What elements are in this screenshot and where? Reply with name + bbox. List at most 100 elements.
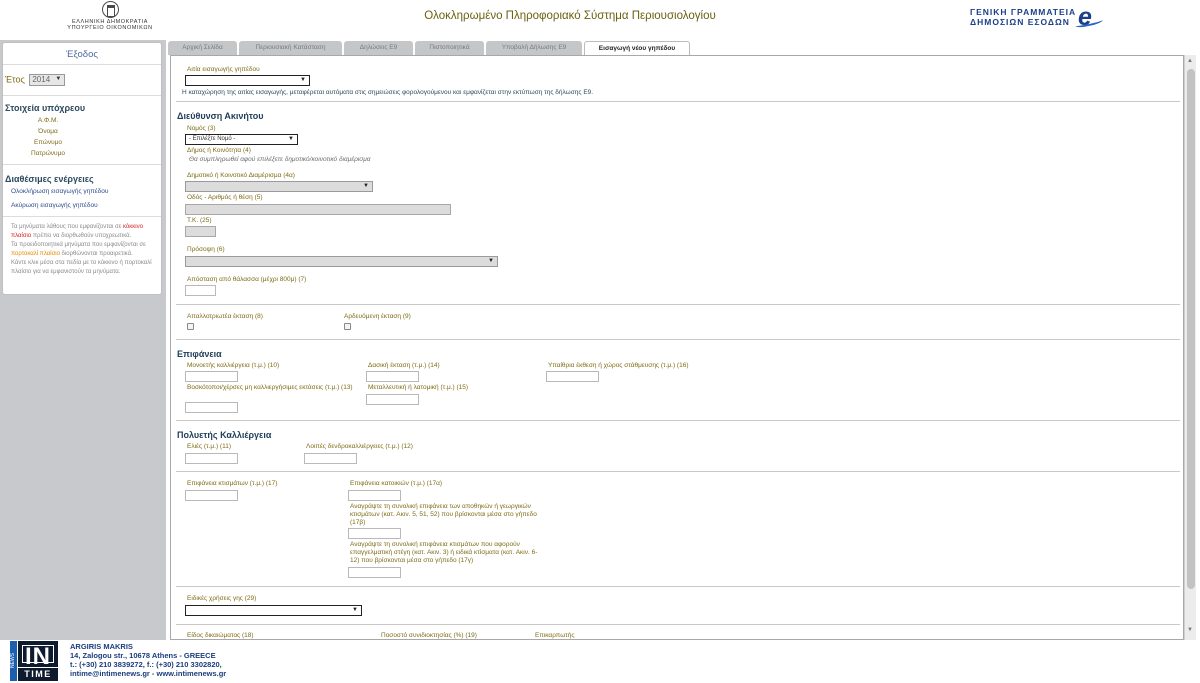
divider [3,95,161,96]
scroll-thumb[interactable] [1187,69,1195,589]
sea-distance-input[interactable] [185,285,216,296]
tab-certificates[interactable]: Πιστοποιητικά [415,41,484,55]
coownership-label: Ποσοστό συνιδιοκτησίας (%) (19) [381,632,477,639]
press-footer: NEWS IN TIME ARGIRIS MAKRIS 14, Zalogou … [0,640,1200,683]
divider [176,471,1180,472]
sea-distance-label: Απόσταση από θάλασσα (μέχρι 800μ) (7) [187,276,307,283]
ministry-logo: ΕΛΛΗΝΙΚΗ ΔΗΜΟΚΡΑΤΙΑ ΥΠΟΥΡΓΕΙΟ ΟΙΚΟΝΟΜΙΚΩ… [40,1,180,31]
logo-sub-text: TIME [18,668,58,681]
chevron-down-icon: ▼ [488,258,494,264]
divider [176,624,1180,625]
perennial-section-title: Πολυετής Καλλιέργεια [177,430,272,440]
sidebar-panel: Έξοδος Έτος 2014 ▼ Στοιχεία υπόχρεου Α.Φ.… [2,42,162,295]
street-label: Οδός - Αριθμός ή θέση (5) [187,194,263,201]
tab-new-plot[interactable]: Εισαγωγή νέου γηπέδου [584,41,690,55]
expropriated-label: Απαλλοτριωτέα έκταση (8) [187,313,263,320]
app-header: ΕΛΛΗΝΙΚΗ ΔΗΜΟΚΡΑΤΙΑ ΥΠΟΥΡΓΕΙΟ ΟΙΚΟΝΟΜΙΚΩ… [0,0,1200,38]
press-address: 14, Zalogou str., 10678 Athens - GREECE [70,651,216,660]
other-trees-label: Λοιπές δενδροκαλλιέργειες (τ.μ.) (12) [306,443,413,450]
irrigated-checkbox[interactable] [344,323,351,330]
note-click: Κάντε κλικ μέσα στα πεδία με το κόκκινο … [11,260,152,275]
first-name-label: Όνομα [38,128,58,135]
org-line-2: ΔΗΜΟΣΙΩΝ ΕΣΟΔΩΝ [970,17,1070,27]
district-select[interactable]: ▼ [185,181,373,192]
municipality-hint: Θα συμπληρωθεί αφού επιλέξετε δημοτικό/κ… [189,156,371,163]
press-contact: ARGIRIS MAKRIS 14, Zalogou str., 10678 A… [70,642,226,678]
divider [176,339,1180,340]
tab-submit-e9[interactable]: Υποβολή Δήλωσης Ε9 [486,41,582,55]
municipality-label: Δήμος ή Κοινότητα (4) [187,147,251,154]
actions-title: Διαθέσιμες ενέργειες [5,174,94,184]
street-input[interactable] [185,204,451,215]
forest-input[interactable] [366,371,419,382]
chevron-down-icon: ▼ [352,607,358,613]
logout-link[interactable]: Έξοδος [3,43,161,65]
residences-area-input[interactable] [348,490,401,501]
vertical-scrollbar[interactable]: ▲ ▼ [1184,55,1196,640]
sidebar: Έξοδος Έτος 2014 ▼ Στοιχεία υπόχρεου Α.Φ.… [0,40,166,640]
chevron-down-icon: ▼ [300,77,306,83]
entry-cause-select[interactable]: ▼ [185,75,310,86]
right-type-label: Είδος δικαιώματος (18) [187,632,254,639]
complete-entry-link[interactable]: Ολοκλήρωση εισαγωγής γηπέδου [11,188,108,195]
chevron-down-icon: ▼ [288,136,294,142]
outdoor-storage-input[interactable] [546,371,599,382]
mine-label: Μεταλλευτική ή λατομική (τ.μ.) (15) [368,384,469,391]
org-line-1: ΓΕΝΙΚΗ ΓΡΑΜΜΑΤΕΙΑ [970,7,1077,17]
scroll-down-icon[interactable]: ▼ [1187,627,1193,633]
professional-area-input[interactable] [348,567,401,578]
help-notes: Τα μηνύματα λάθους που εμφανίζονται σε κ… [11,223,159,277]
tab-property-status[interactable]: Περιουσιακή Κατάσταση [239,41,342,55]
press-name: ARGIRIS MAKRIS [70,642,133,651]
press-phones: t.: (+30) 210 3839272, f.: (+30) 210 330… [70,660,222,669]
frontage-label: Πρόσοψη (6) [187,246,225,253]
e-logo-icon: e [1078,5,1104,31]
professional-area-label: Αναγράψτε τη συνολική επιφάνεια κτισμάτω… [350,541,538,564]
cancel-entry-link[interactable]: Ακύρωση εισαγωγής γηπέδου [11,202,98,209]
olives-label: Ελιές (τ.μ.) (11) [187,443,232,450]
afm-label: Α.Φ.Μ. [37,117,59,124]
gsis-logo: ΓΕΝΙΚΗ ΓΡΑΜΜΑΤΕΙΑ ΔΗΜΟΣΙΩΝ ΕΣΟΔΩΝ e [960,5,1110,33]
chevron-down-icon: ▼ [363,183,369,189]
other-trees-input[interactable] [304,453,357,464]
app-title: Ολοκληρωμένο Πληροφοριακό Σύστημα Περιου… [424,10,716,22]
storage-area-input[interactable] [348,528,401,539]
scroll-up-icon[interactable]: ▲ [1187,58,1193,64]
special-use-select[interactable]: ▼ [185,605,362,616]
olives-input[interactable] [185,453,238,464]
last-name-label: Επώνυμο [34,139,62,146]
intime-news-logo: NEWS IN TIME [10,641,58,681]
entry-cause-label: Αιτία εισαγωγής γηπέδου [187,66,260,73]
pasture-input[interactable] [185,402,238,413]
usufruct-label: Επικαρπωτής [535,632,575,639]
address-section-title: Διεύθυνση Ακινήτου [177,111,264,121]
frontage-select[interactable]: ▼ [185,256,498,267]
outdoor-storage-label: Υπαίθρια έκθεση ή χώρος στάθμευσης (τ.μ.… [548,362,689,369]
entry-cause-note: Η καταχώρηση της αιτίας εισαγωγής, μεταφ… [182,89,594,96]
irrigated-label: Αρδευόμενη έκταση (9) [344,313,411,320]
note-warnings: Τα προειδοποιητικά μηνύματα που εμφανίζο… [11,242,146,257]
year-label: Έτος [5,74,25,85]
forest-label: Δασική έκταση (τ.μ.) (14) [368,362,440,369]
mine-input[interactable] [366,394,419,405]
buildings-area-input[interactable] [185,490,238,501]
tab-e9-declarations[interactable]: Δηλώσεις Ε9 [344,41,413,55]
divider [176,420,1180,421]
logo-side-text: NEWS [10,641,17,681]
chevron-down-icon: ▼ [55,76,62,82]
expropriated-checkbox[interactable] [187,323,194,330]
obligor-title: Στοιχεία υπόχρεου [5,103,86,113]
crest-line-2: ΥΠΟΥΡΓΕΙΟ ΟΙΚΟΝΟΜΙΚΩΝ [67,25,153,31]
divider [3,216,161,217]
special-use-label: Ειδικές χρήσεις γης (29) [187,595,257,602]
year-row: Έτος 2014 ▼ [5,74,66,86]
prefecture-select[interactable]: - Επιλέξτε Νομό - ▼ [185,134,298,145]
tab-home[interactable]: Αρχική Σελίδα [168,41,237,55]
prefecture-label: Νομός (3) [187,125,216,132]
divider [176,586,1180,587]
postcode-label: Τ.Κ. (25) [187,217,212,224]
annual-crop-input[interactable] [185,371,238,382]
postcode-input[interactable] [185,226,216,237]
note-errors: Τα μηνύματα λάθους που εμφανίζονται σε κ… [11,224,143,239]
year-select[interactable]: 2014 ▼ [29,74,66,86]
